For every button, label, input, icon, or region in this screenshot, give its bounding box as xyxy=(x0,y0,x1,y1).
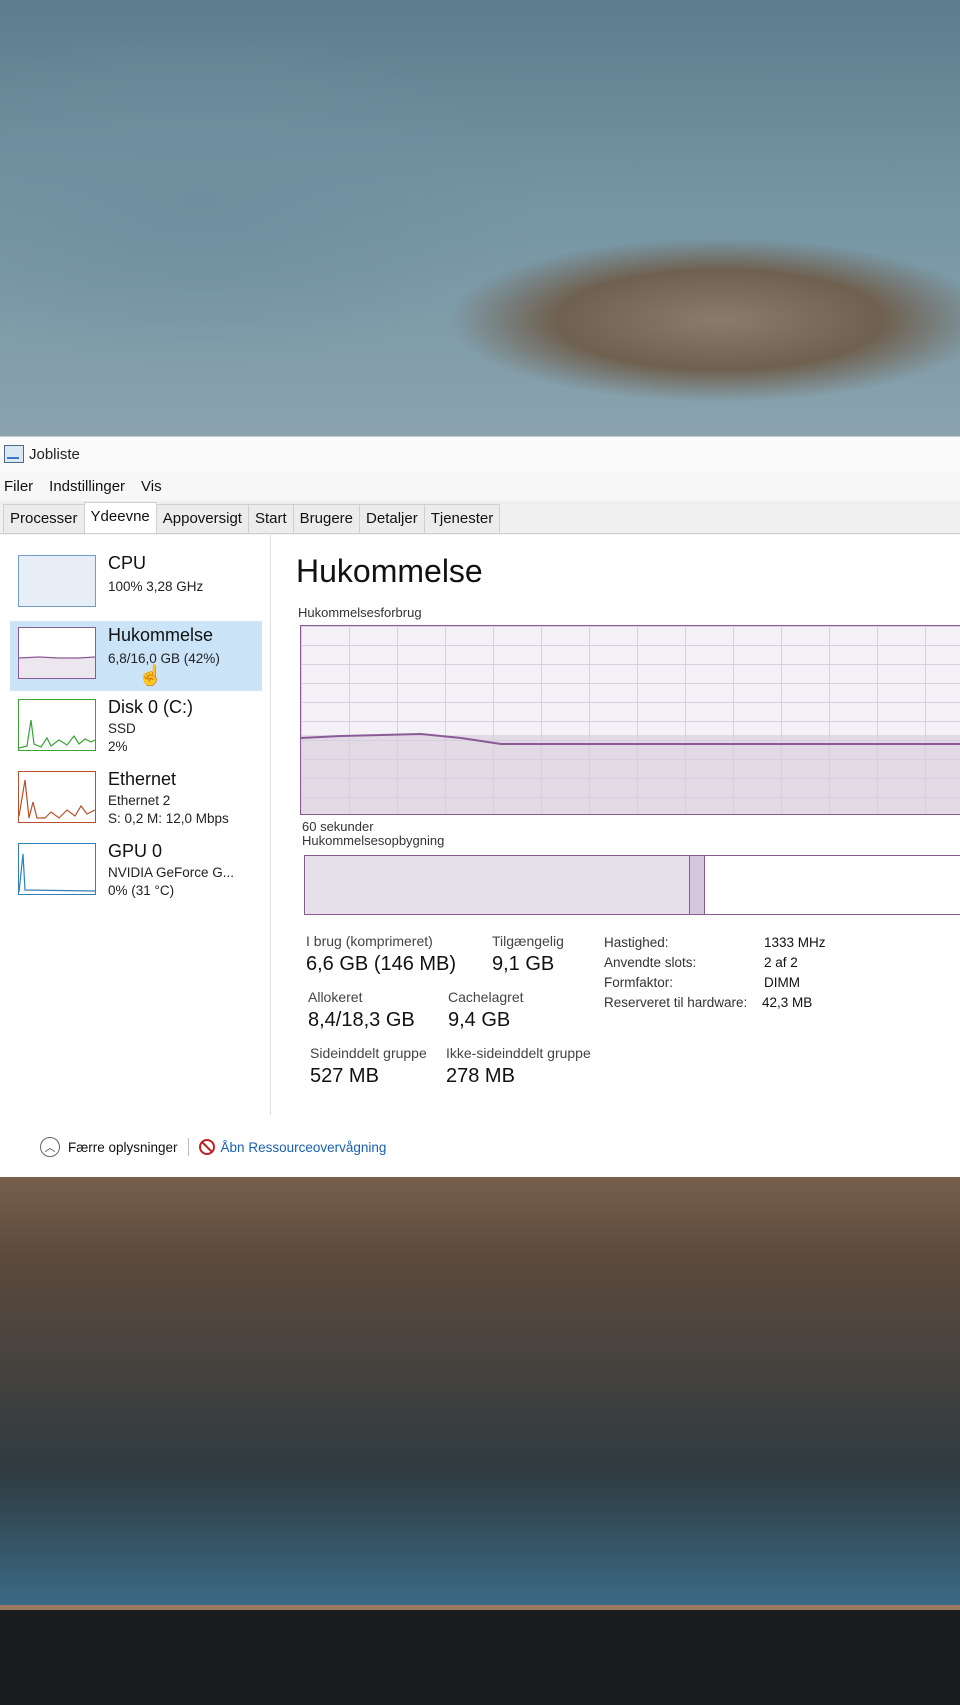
nonpaged-pool-value: 278 MB xyxy=(446,1065,515,1087)
title-bar: Jobliste xyxy=(0,437,960,471)
in-use-value: 6,6 GB (146 MB) xyxy=(306,953,457,975)
cached-value: 9,4 GB xyxy=(448,1009,511,1031)
fewer-details-link[interactable]: Færre oplysninger xyxy=(68,1140,178,1155)
memory-usage-graph xyxy=(300,625,960,815)
memory-composition-bar xyxy=(304,855,960,915)
tab-services[interactable]: Tjenester xyxy=(423,504,501,533)
graph-time-span: 60 sekunder xyxy=(302,819,374,834)
footer-bar: ︿ Færre oplysninger Åbn Ressourceovervåg… xyxy=(40,1137,386,1157)
paged-pool-label: Sideinddelt gruppe xyxy=(310,1045,427,1061)
disk-thumbnail-graph xyxy=(18,699,96,751)
sidebar-item-label: GPU 0 xyxy=(108,841,163,861)
ethernet-adapter: Ethernet 2 xyxy=(108,793,171,808)
disk-activity: 2% xyxy=(108,739,128,754)
composition-in-use xyxy=(305,856,690,914)
sidebar-item-disk[interactable]: Disk 0 (C:) SSD 2% xyxy=(10,693,262,763)
page-title: Hukommelse xyxy=(296,553,483,589)
ethernet-thumbnail-graph xyxy=(18,771,96,823)
sidebar-item-label: Disk 0 (C:) xyxy=(108,697,193,717)
task-manager-window: Jobliste Filer Indstillinger Vis Process… xyxy=(0,436,960,1177)
task-manager-icon xyxy=(4,445,24,463)
hand-cursor-icon: ☝ xyxy=(138,665,163,687)
reserved-value: 42,3 MB xyxy=(762,995,813,1010)
sidebar-item-memory[interactable]: Hukommelse 6,8/16,0 GB (42%) xyxy=(10,621,262,691)
tab-details[interactable]: Detaljer xyxy=(359,504,425,533)
chevron-up-icon[interactable]: ︿ xyxy=(40,1137,60,1157)
cpu-thumbnail-graph xyxy=(18,555,96,607)
memory-thumbnail-graph xyxy=(18,627,96,679)
disk-type: SSD xyxy=(108,721,136,736)
menu-settings[interactable]: Indstillinger xyxy=(49,478,125,495)
gpu-utilization: 0% (31 °C) xyxy=(108,883,175,898)
available-label: Tilgængelig xyxy=(492,933,564,949)
in-use-label: I brug (komprimeret) xyxy=(306,933,433,949)
resource-sidebar: CPU 100% 3,28 GHz Hukommelse 6,8/16,0 GB… xyxy=(0,535,271,1115)
resource-monitor-icon xyxy=(198,1139,215,1155)
form-factor-label: Formfaktor: xyxy=(604,975,674,990)
composition-modified xyxy=(690,856,705,914)
committed-value: 8,4/18,3 GB xyxy=(308,1009,415,1031)
cached-label: Cachelagret xyxy=(448,989,524,1005)
menu-file[interactable]: Filer xyxy=(4,478,33,495)
monitor-bezel xyxy=(0,1610,960,1705)
available-value: 9,1 GB xyxy=(492,953,555,975)
tab-app-history[interactable]: Appoversigt xyxy=(155,504,249,533)
ethernet-throughput: S: 0,2 M: 12,0 Mbps xyxy=(108,811,229,826)
tab-startup[interactable]: Start xyxy=(247,504,294,533)
gpu-thumbnail-graph xyxy=(18,843,96,895)
footer-divider xyxy=(187,1138,189,1156)
usage-graph-label: Hukommelsesforbrug xyxy=(298,605,422,620)
menu-view[interactable]: Vis xyxy=(141,478,162,495)
tab-strip: Processer Ydeevne Appoversigt Start Brug… xyxy=(0,501,960,534)
gpu-model: NVIDIA GeForce G... xyxy=(108,865,235,880)
sidebar-item-label: CPU xyxy=(108,553,147,573)
sidebar-item-gpu[interactable]: GPU 0 NVIDIA GeForce G... 0% (31 °C) xyxy=(10,837,262,907)
sidebar-item-label: Ethernet xyxy=(108,769,177,789)
tab-performance[interactable]: Ydeevne xyxy=(83,502,157,533)
menu-bar: Filer Indstillinger Vis xyxy=(0,471,960,501)
nonpaged-pool-label: Ikke-sideinddelt gruppe xyxy=(446,1045,591,1061)
open-resource-monitor-link[interactable]: Åbn Ressourceovervågning xyxy=(221,1140,387,1155)
window-title: Jobliste xyxy=(29,445,80,463)
cpu-utilization: 100% 3,28 GHz xyxy=(108,579,204,594)
desktop-wallpaper-top xyxy=(0,0,960,440)
performance-content: CPU 100% 3,28 GHz Hukommelse 6,8/16,0 GB… xyxy=(0,535,960,1177)
slots-value: 2 af 2 xyxy=(764,955,798,970)
composition-label: Hukommelsesopbygning xyxy=(302,833,445,848)
speed-label: Hastighed: xyxy=(604,935,669,950)
memory-usage-summary: 6,8/16,0 GB (42%) xyxy=(108,651,220,666)
speed-value: 1333 MHz xyxy=(764,935,826,950)
paged-pool-value: 527 MB xyxy=(310,1065,379,1087)
sidebar-item-label: Hukommelse xyxy=(108,625,214,645)
sidebar-item-cpu[interactable]: CPU 100% 3,28 GHz xyxy=(10,549,262,619)
tab-users[interactable]: Brugere xyxy=(292,504,361,533)
tab-processes[interactable]: Processer xyxy=(3,504,85,533)
committed-label: Allokeret xyxy=(308,989,363,1005)
slots-label: Anvendte slots: xyxy=(604,955,697,970)
form-factor-value: DIMM xyxy=(764,975,800,990)
reserved-label: Reserveret til hardware: xyxy=(604,995,748,1010)
sidebar-item-ethernet[interactable]: Ethernet Ethernet 2 S: 0,2 M: 12,0 Mbps xyxy=(10,765,262,835)
